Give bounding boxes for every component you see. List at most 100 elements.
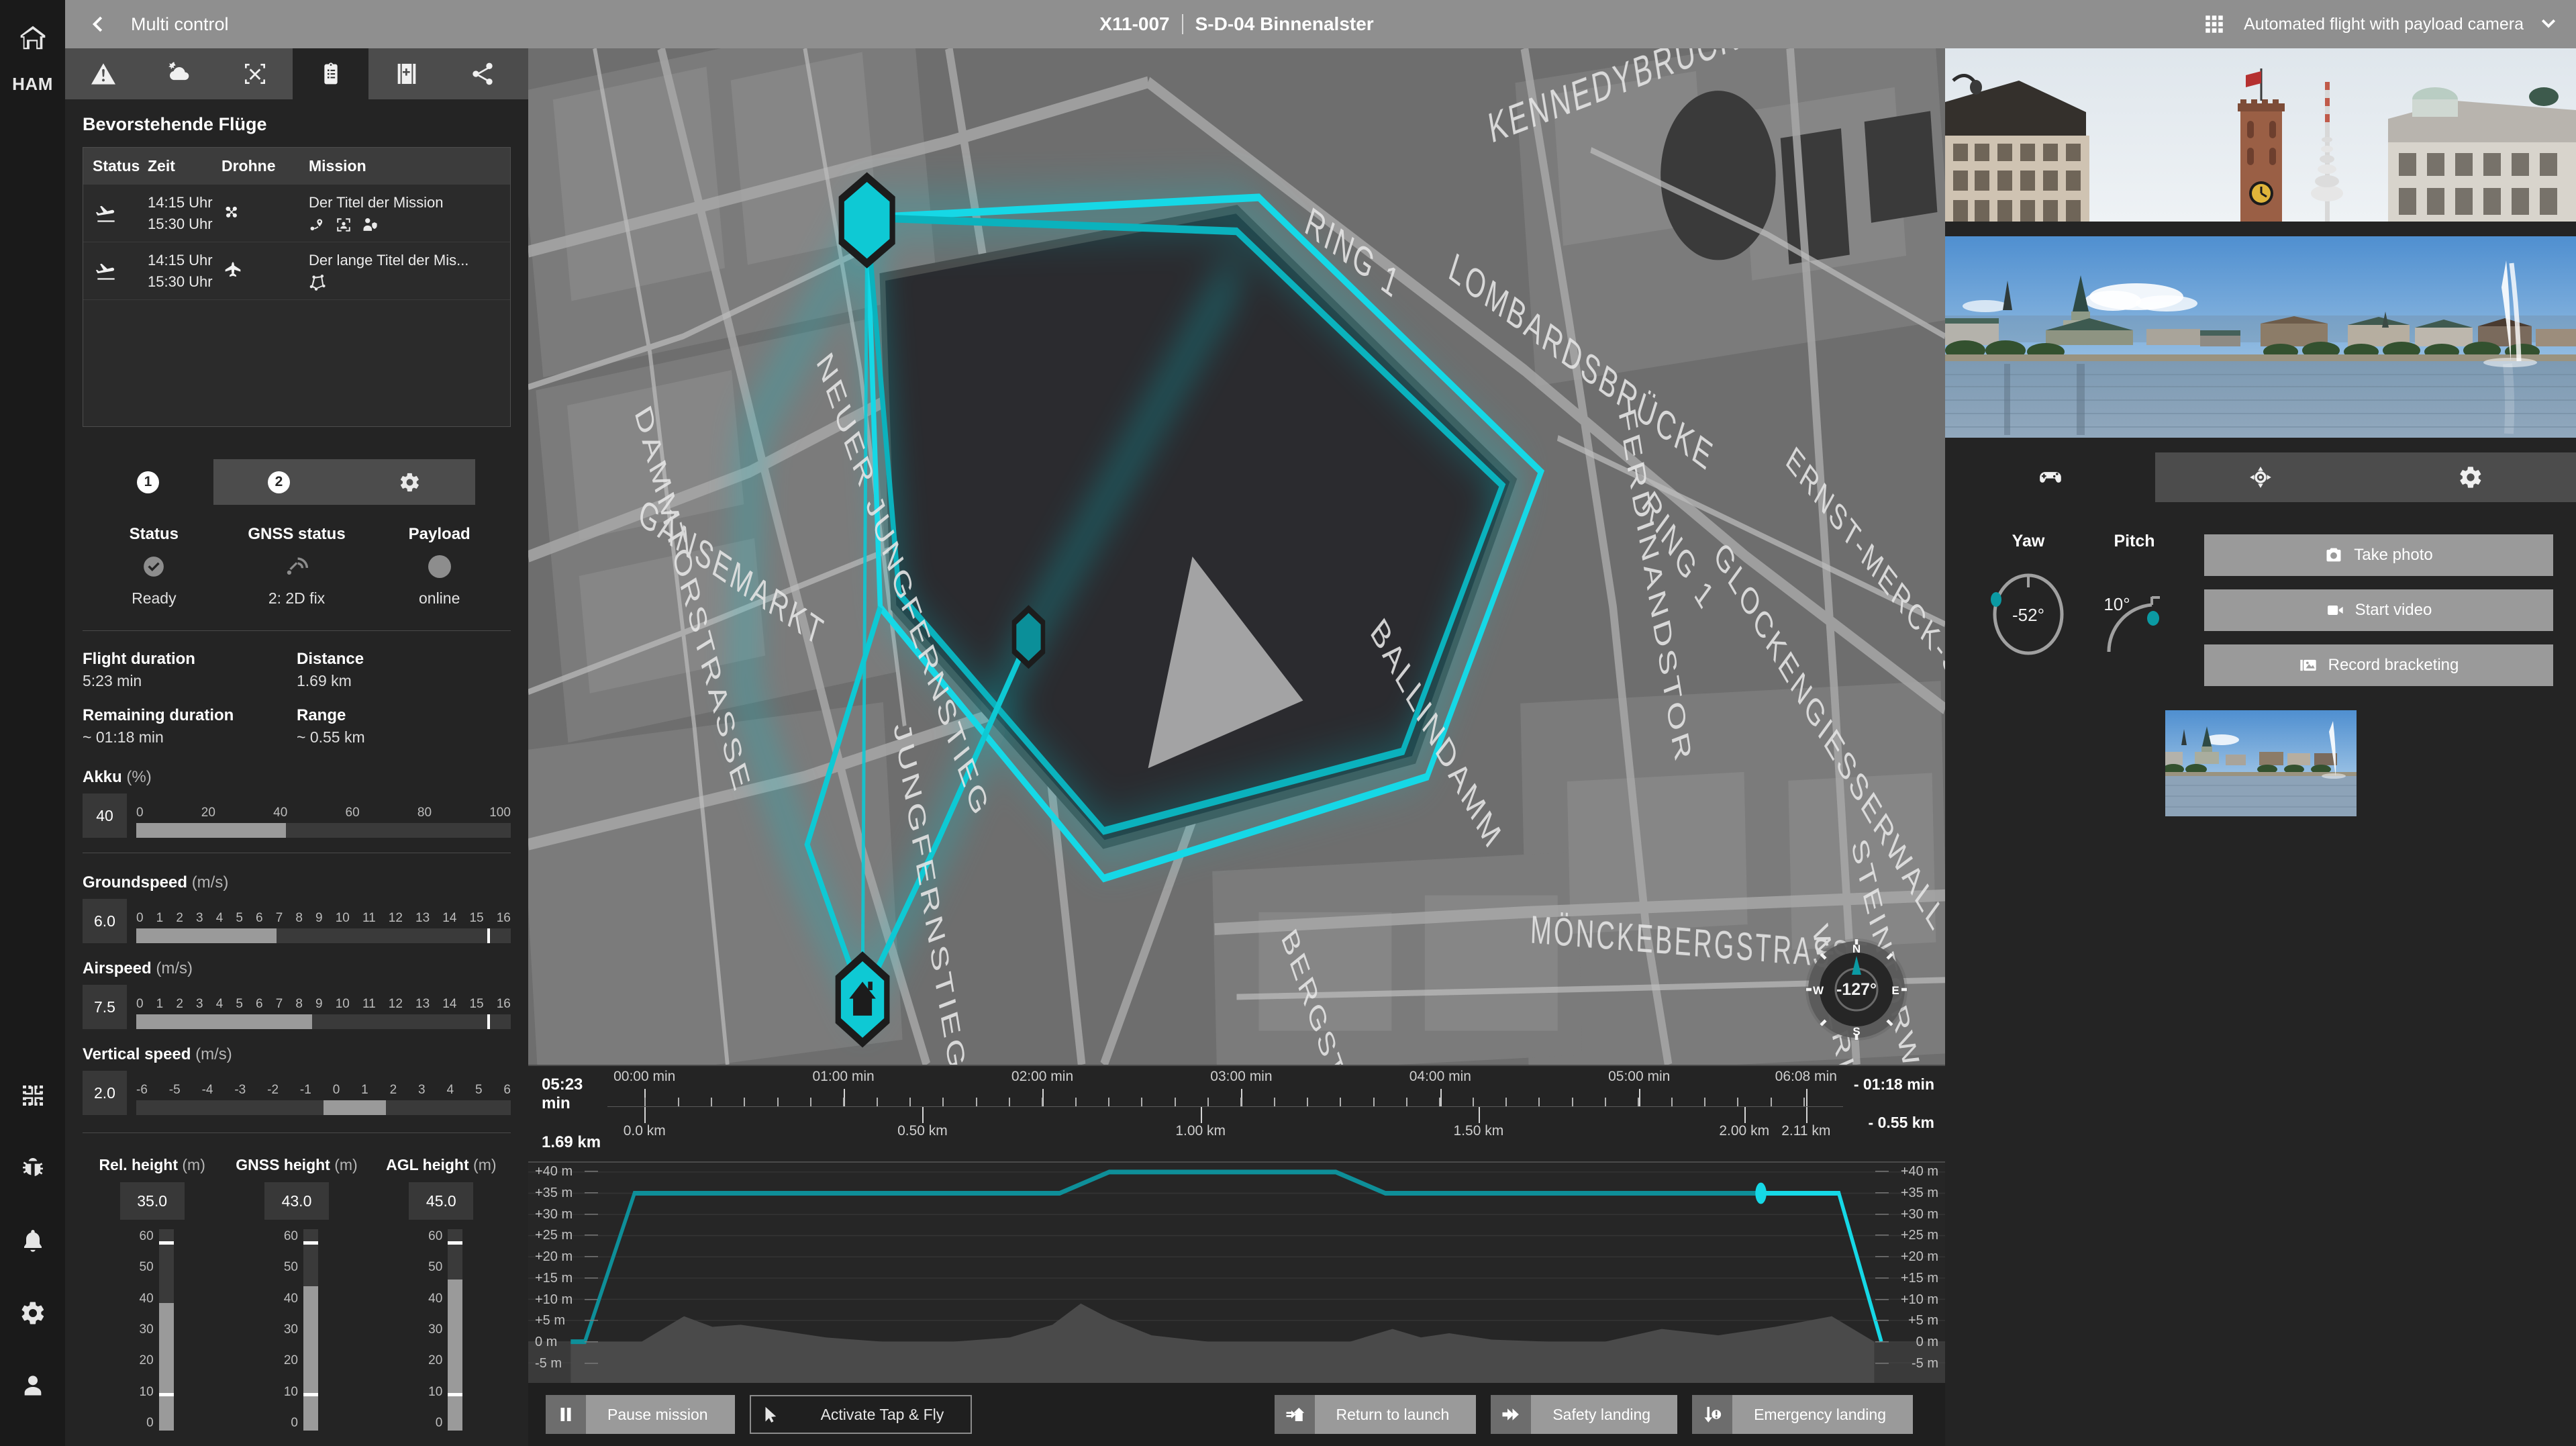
flight-time: 14:15 Uhr 15:30 Uhr	[148, 250, 221, 293]
scale-label: 20	[419, 1353, 442, 1368]
capture-thumbnail[interactable]	[2165, 710, 2357, 816]
tick-label: -1	[300, 1083, 311, 1098]
scale-label: 50	[131, 1260, 154, 1275]
compass-widget[interactable]: N S W E -127°	[1800, 933, 1913, 1046]
gnss-label: GNSS status	[248, 525, 345, 544]
home-icon[interactable]	[14, 19, 52, 56]
emergency-landing-button[interactable]: Emergency landing	[1692, 1395, 1913, 1434]
flight-time: 14:15 Uhr 15:30 Uhr	[148, 192, 221, 235]
timeline-minor-tick	[1207, 1098, 1209, 1106]
tick-label: 11	[362, 997, 376, 1012]
altitude-tick-dash: —	[585, 1292, 598, 1307]
tick-label: 2	[390, 1083, 397, 1098]
timeline-minor-tick	[1340, 1098, 1341, 1106]
rel-height-value: 35.0	[120, 1182, 185, 1220]
activate-tap-fly-button[interactable]: Activate Tap & Fly	[750, 1395, 973, 1434]
share-tab[interactable]	[444, 48, 520, 99]
pitch-dial[interactable]: Pitch 10°	[2094, 532, 2175, 686]
weather-tab[interactable]	[141, 48, 217, 99]
payload-cell: Payload online	[368, 525, 511, 608]
grid-icon[interactable]	[2199, 9, 2229, 39]
pause-mission-button[interactable]: Pause mission	[546, 1395, 735, 1434]
bell-icon[interactable]	[14, 1222, 52, 1259]
tick-label: 8	[295, 997, 303, 1012]
altitude-tick-dash: —	[585, 1227, 598, 1243]
camera-controls: Yaw -52° Pitch 10°	[1945, 502, 2576, 686]
warnings-tab[interactable]	[65, 48, 141, 99]
right-panel: Automated flight with payload camera	[1945, 0, 2576, 1446]
distance-tick-label: 0.50 km	[897, 1123, 948, 1139]
scale-label: 30	[131, 1322, 154, 1337]
chevron-down-icon[interactable]	[2538, 13, 2559, 36]
library-tab[interactable]	[368, 48, 444, 99]
geofence-tab[interactable]	[217, 48, 293, 99]
safety-landing-button[interactable]: Safety landing	[1491, 1395, 1677, 1434]
cursor-icon	[750, 1395, 790, 1434]
timeline-minor-tick	[1141, 1098, 1142, 1106]
flight-metrics: Flight duration 5:23 min Distance 1.69 k…	[65, 646, 528, 763]
gnss-height-scale: 6050403020100	[275, 1229, 298, 1431]
camera-settings-tab[interactable]	[2366, 452, 2576, 502]
gnss-height-bar[interactable]	[303, 1229, 318, 1431]
payload-camera-feed[interactable]	[1945, 48, 2576, 222]
record-bracketing-button[interactable]: Record bracketing	[2204, 644, 2553, 686]
table-row[interactable]: 14:15 Uhr 15:30 Uhr Der lange Titel der …	[83, 242, 510, 300]
scale-label: 30	[419, 1322, 442, 1337]
timeline-minor-tick	[777, 1098, 779, 1106]
altitude-tick-dash: —	[585, 1249, 598, 1264]
timeline-minor-tick	[877, 1098, 878, 1106]
column-drohne: Drohne	[221, 148, 309, 185]
timeline-major-tick	[1806, 1089, 1807, 1106]
scale-label: 60	[419, 1229, 442, 1244]
timeline-time-labels: 00:00 min01:00 min02:00 min03:00 min04:0…	[607, 1066, 1843, 1089]
target-tracking-tab[interactable]	[2155, 452, 2365, 502]
mission-title: Der lange Titel der Mis...	[309, 250, 503, 271]
tick-label: 12	[389, 911, 403, 926]
yaw-dial[interactable]: Yaw -52°	[1988, 532, 2069, 686]
akku-track[interactable]	[136, 823, 511, 838]
altitude-profile-chart[interactable]: +40 m—+35 m—+30 m—+25 m—+20 m—+15 m—+10 …	[528, 1161, 1945, 1383]
groundspeed-track[interactable]	[136, 928, 511, 943]
drone-2-tab[interactable]: 2	[213, 459, 344, 505]
payload-label: Payload	[409, 525, 470, 544]
camera-control-tabs	[1945, 452, 2576, 502]
secondary-camera-feed[interactable]	[1945, 236, 2576, 438]
flightplan-tab[interactable]	[293, 48, 368, 99]
current-position-marker	[1755, 1183, 1766, 1204]
altitude-tick-label: +35 m	[1901, 1186, 1938, 1201]
table-row[interactable]: 14:15 Uhr 15:30 Uhr Der Titel der Missio…	[83, 185, 510, 242]
rel-height-bar[interactable]	[159, 1229, 174, 1431]
timeline-tick-label: 04:00 min	[1409, 1069, 1471, 1085]
tick-label: 13	[415, 997, 430, 1012]
remaining-time: - 01:18 min	[1843, 1075, 1934, 1094]
drone-1-tab[interactable]: 1	[83, 459, 213, 505]
airspeed-track[interactable]	[136, 1014, 511, 1029]
return-to-launch-button[interactable]: Return to launch	[1275, 1395, 1477, 1434]
gimbal-dials: Yaw -52° Pitch 10°	[1968, 532, 2175, 686]
bug-icon[interactable]	[14, 1149, 52, 1187]
tick-label: 4	[447, 1083, 454, 1098]
column-zeit: Zeit	[148, 148, 221, 185]
timeline-axes[interactable]: 00:00 min01:00 min02:00 min03:00 min04:0…	[607, 1066, 1843, 1161]
user-icon[interactable]	[14, 1367, 52, 1404]
gear-icon	[399, 471, 421, 493]
gear-icon[interactable]	[14, 1294, 52, 1332]
altitude-tick-label: -5 m	[535, 1356, 562, 1371]
settings-tab[interactable]	[344, 459, 475, 505]
tick-label: -6	[136, 1083, 148, 1098]
collapse-icon[interactable]	[14, 1077, 52, 1114]
altitude-tick-label: +10 m	[1901, 1292, 1938, 1308]
map-view[interactable]: KENNEDYBRÜCKERING 1LOMBARDSBRÜCKEFERDINA…	[528, 48, 1945, 1065]
back-icon[interactable]	[81, 7, 116, 42]
vertical-speed-track[interactable]	[136, 1100, 511, 1115]
agl-height-bar[interactable]	[448, 1229, 462, 1431]
distance-major-tick	[644, 1107, 646, 1123]
altitude-tick-dash: —	[1875, 1185, 1889, 1200]
height-gauges: Rel. height (m) 35.0 6050403020100 GNSS …	[65, 1148, 528, 1431]
manual-control-tab[interactable]	[1945, 452, 2155, 502]
take-photo-button[interactable]: Take photo	[2204, 534, 2553, 576]
flights-table-header: Status Zeit Drohne Mission	[83, 148, 510, 185]
start-video-button[interactable]: Start video	[2204, 589, 2553, 631]
payload-value: online	[419, 589, 460, 608]
altitude-tick-label: +5 m	[535, 1313, 565, 1329]
